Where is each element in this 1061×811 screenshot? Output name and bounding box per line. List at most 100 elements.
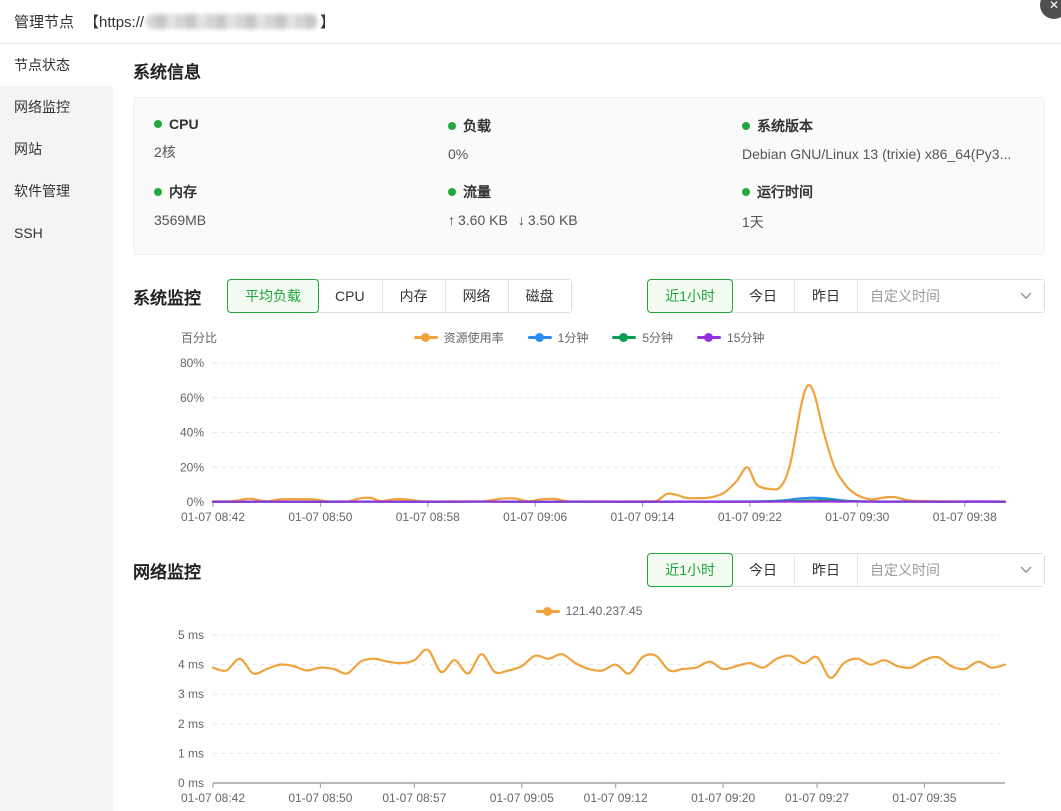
legend-item[interactable]: 1分钟: [528, 329, 589, 346]
info-label-cpu: CPU: [154, 116, 436, 132]
sys-time-tab-yesterday[interactable]: 昨日: [795, 280, 858, 312]
svg-text:01-07 09:22: 01-07 09:22: [718, 510, 782, 524]
y-axis-name: 百分比: [181, 329, 217, 346]
green-dot-icon: [742, 188, 750, 196]
metric-tab-disk[interactable]: 磁盘: [509, 280, 571, 312]
svg-text:80%: 80%: [180, 356, 204, 370]
info-field-os: 系统版本Debian GNU/Linux 13 (trixie) x86_64(…: [742, 116, 1024, 162]
net-time-tab-yesterday[interactable]: 昨日: [795, 554, 858, 586]
info-field-memory: 内存 3569MB: [154, 182, 436, 232]
green-dot-icon: [154, 188, 162, 196]
system-info-title: 系统信息: [133, 58, 1045, 83]
svg-text:01-07 08:58: 01-07 08:58: [396, 510, 460, 524]
info-value-load: 0%: [448, 146, 730, 162]
svg-text:3 ms: 3 ms: [178, 687, 204, 701]
green-dot-icon: [154, 120, 162, 128]
sys-time-tab-last-1h[interactable]: 近1小时: [647, 279, 733, 313]
svg-text:2 ms: 2 ms: [178, 717, 204, 731]
metric-tab-load-average[interactable]: 平均负载: [227, 279, 319, 313]
svg-text:01-07 09:20: 01-07 09:20: [691, 791, 755, 805]
system-info-card: CPU 2核负载 0% 系统版本Debian GNU/Linux 13 (trixie…: [133, 97, 1045, 255]
chart-legend: 121.40.237.45: [133, 601, 1045, 621]
system-monitor-header: 系统监控 平均负载CPU内存网络磁盘 近1小时今日昨日自定义时间: [133, 279, 1045, 313]
main-content: 系统信息 CPU 2核负载 0% 系统版本Debian GNU/Linux 13 (t…: [113, 44, 1061, 811]
metric-tab-cpu[interactable]: CPU: [318, 280, 383, 312]
net-time-custom-time-placeholder: 自定义时间: [870, 560, 940, 580]
topbar: 管理节点 【https:// 】 ✕: [0, 0, 1061, 44]
svg-text:01-07 09:30: 01-07 09:30: [825, 510, 889, 524]
legend-item[interactable]: 15分钟: [697, 329, 764, 346]
info-label-traffic: 流量: [448, 182, 730, 202]
green-dot-icon: [448, 188, 456, 196]
info-value-cpu: 2核: [154, 142, 436, 162]
upload-arrow-icon: ↑: [448, 212, 455, 228]
close-icon: ✕: [1049, 0, 1059, 12]
download-arrow-icon: ↓: [518, 212, 525, 228]
green-dot-icon: [448, 122, 456, 130]
legend-line-dot-icon: [697, 336, 721, 339]
svg-text:01-07 08:42: 01-07 08:42: [181, 510, 245, 524]
system-time-tab-group: 近1小时今日昨日自定义时间: [647, 279, 1045, 313]
sys-time-custom-time-select[interactable]: 自定义时间: [858, 280, 1044, 312]
svg-text:60%: 60%: [180, 391, 204, 405]
topbar-title: 管理节点: [14, 11, 74, 32]
network-monitor-header: 网络监控 近1小时今日昨日自定义时间: [133, 553, 1045, 587]
info-label-uptime: 运行时间: [742, 182, 1024, 202]
legend-line-dot-icon: [414, 336, 438, 339]
svg-text:01-07 09:14: 01-07 09:14: [611, 510, 675, 524]
net-time-tab-last-1h[interactable]: 近1小时: [647, 553, 733, 587]
info-value-uptime: 1天: [742, 212, 1024, 232]
svg-text:01-07 09:06: 01-07 09:06: [503, 510, 567, 524]
sidebar-item-ssh[interactable]: SSH: [0, 212, 113, 254]
svg-text:01-07 08:57: 01-07 08:57: [382, 791, 446, 805]
legend-line-dot-icon: [528, 336, 552, 339]
svg-text:0%: 0%: [187, 495, 205, 509]
legend-line-dot-icon: [536, 610, 560, 613]
system-load-chart: 百分比 资源使用率 1分钟 5分钟 15分钟 0% 20% 40% 60% 80% 01-07 08…: [133, 327, 1045, 529]
metric-tab-memory[interactable]: 内存: [383, 280, 446, 312]
svg-text:01-07 08:50: 01-07 08:50: [288, 510, 352, 524]
legend-item[interactable]: 5分钟: [612, 329, 673, 346]
svg-text:01-07 09:05: 01-07 09:05: [490, 791, 554, 805]
info-field-load: 负载 0%: [448, 116, 730, 162]
legend-item[interactable]: 资源使用率: [414, 329, 504, 346]
svg-text:01-07 08:42: 01-07 08:42: [181, 791, 245, 805]
svg-text:01-07 09:38: 01-07 09:38: [933, 510, 997, 524]
metric-tab-network[interactable]: 网络: [446, 280, 509, 312]
legend-line-dot-icon: [612, 336, 636, 339]
svg-text:40%: 40%: [180, 426, 204, 440]
sidebar-item-node-status[interactable]: 节点状态: [0, 44, 113, 86]
svg-text:5 ms: 5 ms: [178, 628, 204, 642]
chart-legend: 百分比 资源使用率 1分钟 5分钟 15分钟: [133, 327, 1045, 347]
svg-text:4 ms: 4 ms: [178, 658, 204, 672]
info-label-memory: 内存: [154, 182, 436, 202]
sidebar: 节点状态网络监控网站软件管理SSH: [0, 44, 113, 811]
info-field-traffic: 流量 ↑3.60 KB↓3.50 KB: [448, 182, 730, 232]
chevron-down-icon: [1020, 292, 1032, 300]
info-value-os: Debian GNU/Linux 13 (trixie) x86_64(Py3.…: [742, 146, 1024, 162]
sidebar-item-software-manage[interactable]: 软件管理: [0, 170, 113, 212]
close-button[interactable]: ✕: [1040, 0, 1061, 19]
info-label-load: 负载: [448, 116, 730, 136]
svg-text:1 ms: 1 ms: [178, 746, 204, 760]
info-field-uptime: 运行时间 1天: [742, 182, 1024, 232]
info-value-memory: 3569MB: [154, 212, 436, 228]
network-time-tab-group: 近1小时今日昨日自定义时间: [647, 553, 1045, 587]
net-time-custom-time-select[interactable]: 自定义时间: [858, 554, 1044, 586]
chevron-down-icon: [1020, 566, 1032, 574]
svg-text:0 ms: 0 ms: [178, 776, 204, 790]
sidebar-item-network-monitor[interactable]: 网络监控: [0, 86, 113, 128]
info-value-traffic: ↑3.60 KB↓3.50 KB: [448, 212, 730, 228]
sys-time-custom-time-placeholder: 自定义时间: [870, 286, 940, 306]
svg-text:01-07 09:35: 01-07 09:35: [892, 791, 956, 805]
sys-time-tab-today[interactable]: 今日: [732, 280, 795, 312]
node-url-prefix: 【https://: [84, 11, 144, 32]
legend-item[interactable]: 121.40.237.45: [536, 604, 643, 618]
sidebar-item-website[interactable]: 网站: [0, 128, 113, 170]
net-time-tab-today[interactable]: 今日: [732, 554, 795, 586]
system-monitor-title: 系统监控: [133, 284, 201, 309]
svg-text:01-07 09:27: 01-07 09:27: [785, 791, 849, 805]
svg-text:01-07 08:50: 01-07 08:50: [288, 791, 352, 805]
svg-text:20%: 20%: [180, 460, 204, 474]
network-ping-chart: 121.40.237.45 0 ms 1 ms 2 ms 3 ms 4 ms 5 ms 01-…: [133, 601, 1045, 811]
